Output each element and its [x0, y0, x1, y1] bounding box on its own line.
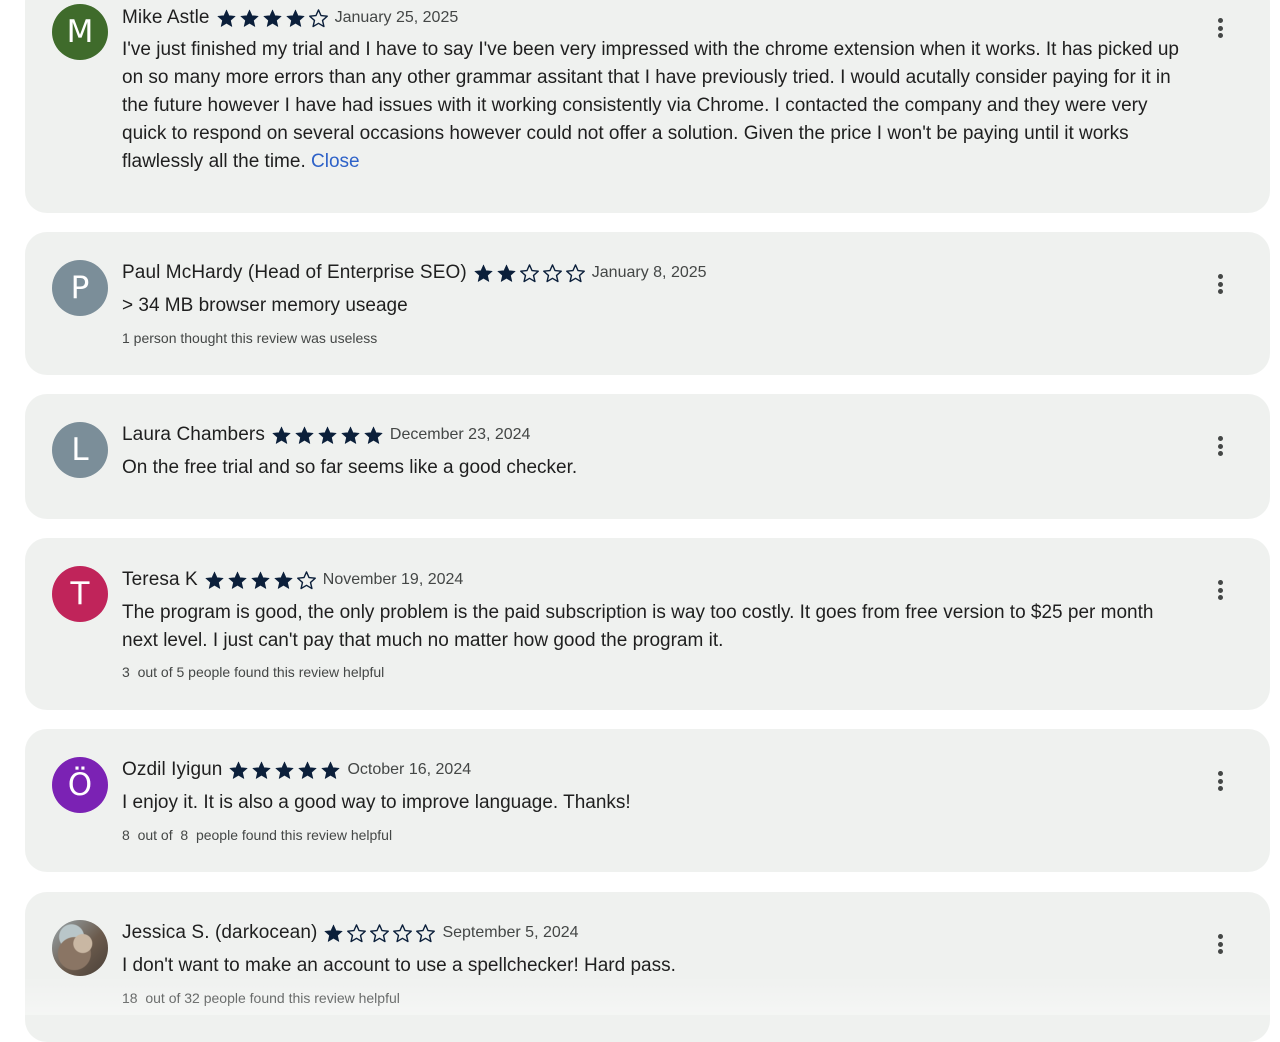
star-filled-icon	[295, 426, 314, 444]
star-filled-icon	[274, 571, 293, 589]
star-filled-icon	[286, 9, 305, 27]
more-vert-icon[interactable]	[1212, 769, 1228, 793]
star-rating	[271, 425, 384, 446]
star-rating	[323, 923, 436, 944]
star-empty-icon	[416, 923, 436, 942]
review-date: December 23, 2024	[389, 426, 531, 443]
star-empty-icon	[296, 570, 316, 589]
avatar: T	[52, 566, 108, 622]
close-link[interactable]: Close	[311, 151, 360, 172]
more-vert-icon[interactable]	[1212, 434, 1228, 458]
star-empty-icon	[565, 263, 585, 282]
star-empty-icon	[308, 8, 328, 27]
review-card: M Mike Astle January 25, 2025 I've just …	[25, 0, 1270, 213]
star-rating	[204, 570, 317, 591]
review-text: > 34 MB browser memory useage	[122, 295, 408, 316]
more-vert-icon[interactable]	[1212, 16, 1228, 40]
star-filled-icon	[263, 9, 282, 27]
star-filled-icon	[324, 924, 343, 942]
review-date: September 5, 2024	[442, 924, 579, 941]
review-text: On the free trial and so far seems like …	[122, 457, 578, 478]
star-filled-icon	[229, 761, 248, 779]
review-text: I don't want to make an account to use a…	[122, 955, 676, 976]
star-empty-icon	[393, 923, 413, 942]
star-filled-icon	[497, 264, 516, 282]
star-rating	[216, 8, 329, 29]
review-date: November 19, 2024	[322, 571, 464, 588]
avatar: L	[52, 422, 108, 478]
star-empty-icon	[370, 923, 390, 942]
star-empty-icon	[542, 263, 562, 282]
reviewer-name: Paul McHardy (Head of Enterprise SEO)	[122, 262, 467, 283]
star-filled-icon	[321, 761, 340, 779]
review-card: Ö Ozdil Iyigun October 16, 2024 I enjoy …	[25, 729, 1270, 872]
avatar: M	[52, 4, 108, 60]
review-card: L Laura Chambers December 23, 2024 On th…	[25, 394, 1270, 519]
star-filled-icon	[298, 761, 317, 779]
star-rating	[473, 263, 586, 284]
reviewer-name: Jessica S. (darkocean)	[122, 922, 318, 943]
more-vert-icon[interactable]	[1212, 578, 1228, 602]
reviewer-name: Teresa K	[122, 569, 198, 590]
review-text: I enjoy it. It is also a good way to imp…	[122, 792, 631, 813]
star-filled-icon	[318, 426, 337, 444]
star-empty-icon	[347, 923, 367, 942]
star-filled-icon	[252, 761, 271, 779]
star-filled-icon	[474, 264, 493, 282]
avatar	[52, 920, 108, 976]
star-empty-icon	[519, 263, 539, 282]
helpful-count: 1 person thought this review was useless	[122, 330, 378, 346]
review-date: January 8, 2025	[591, 264, 707, 281]
review-date: January 25, 2025	[334, 9, 459, 26]
review-date: October 16, 2024	[347, 761, 472, 778]
more-vert-icon[interactable]	[1212, 272, 1228, 296]
reviewer-name: Ozdil Iyigun	[122, 759, 223, 780]
star-filled-icon	[364, 426, 383, 444]
star-filled-icon	[341, 426, 360, 444]
star-filled-icon	[275, 761, 294, 779]
review-text: I've just finished my trial and I have t…	[122, 39, 1179, 172]
star-filled-icon	[217, 9, 236, 27]
star-filled-icon	[251, 571, 270, 589]
review-card: P Paul McHardy (Head of Enterprise SEO) …	[25, 232, 1270, 375]
star-filled-icon	[240, 9, 259, 27]
helpful-count: 8 out of 8 people found this review help…	[122, 827, 393, 843]
more-vert-icon[interactable]	[1212, 932, 1228, 956]
avatar: Ö	[52, 757, 108, 813]
helpful-count: 3 out of 5 people found this review help…	[122, 664, 385, 680]
review-text: The program is good, the only problem is…	[122, 602, 1154, 651]
review-card: Jessica S. (darkocean) September 5, 2024…	[25, 892, 1270, 1042]
reviewer-name: Mike Astle	[122, 7, 210, 28]
star-rating	[228, 760, 341, 781]
reviewer-name: Laura Chambers	[122, 424, 265, 445]
review-card: T Teresa K November 19, 2024 The program…	[25, 538, 1270, 710]
avatar: P	[52, 260, 108, 316]
star-filled-icon	[272, 426, 291, 444]
star-filled-icon	[205, 571, 224, 589]
helpful-count: 18 out of 32 people found this review he…	[122, 990, 400, 1006]
star-filled-icon	[228, 571, 247, 589]
